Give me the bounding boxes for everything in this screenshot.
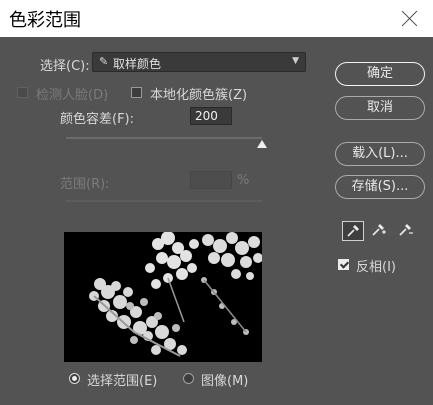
fuzziness-slider-track[interactable] <box>66 137 262 139</box>
eyedropper-tool[interactable] <box>342 221 364 241</box>
view-image-radio[interactable] <box>183 373 194 384</box>
detect-faces-label: 检测人脸(D) <box>36 88 109 103</box>
select-dropdown[interactable]: ✎ 取样颜色 ▼ <box>92 52 306 72</box>
view-image-label: 图像(M) <box>201 374 249 389</box>
fuzziness-input[interactable]: 200 <box>190 107 232 125</box>
selection-preview <box>64 232 262 362</box>
select-label: 选择(C): <box>40 59 90 74</box>
fuzziness-label: 颜色容差(F): <box>60 112 135 127</box>
eyedropper-icon <box>347 225 359 237</box>
chevron-down-icon: ▼ <box>292 56 299 66</box>
color-range-dialog: 色彩范围 选择(C): ✎ 取样颜色 ▼ 检测人脸(D) 本地化颜色簇(Z) 颜… <box>0 0 433 405</box>
select-value: 取样颜色 <box>113 57 162 71</box>
eyedropper-icon: ✎ <box>99 55 109 68</box>
eyedropper-plus-icon <box>372 224 386 236</box>
range-unit: % <box>237 173 250 188</box>
invert-checkbox[interactable] <box>338 259 349 270</box>
preview-image <box>64 232 262 362</box>
invert-label: 反相(I) <box>356 260 396 275</box>
load-button[interactable]: 载入(L)... <box>335 142 425 166</box>
eyedropper-plus-tool[interactable] <box>368 221 390 241</box>
view-selection-label: 选择范围(E) <box>87 374 158 389</box>
view-selection-radio[interactable] <box>69 373 80 384</box>
localized-clusters-checkbox[interactable] <box>131 87 142 98</box>
range-slider-track[interactable] <box>66 200 262 202</box>
dialog-title: 色彩范围 <box>9 10 81 31</box>
detect-faces-checkbox[interactable] <box>17 87 28 98</box>
localized-clusters-label: 本地化颜色簇(Z) <box>150 88 248 103</box>
title-bar: 色彩范围 <box>0 0 433 37</box>
range-label: 范围(R): <box>60 177 110 192</box>
fuzziness-slider-thumb[interactable] <box>257 140 267 148</box>
range-input[interactable] <box>190 171 232 189</box>
eyedropper-minus-tool[interactable] <box>395 221 417 241</box>
close-icon[interactable] <box>401 9 419 27</box>
eyedropper-minus-icon <box>399 224 413 236</box>
save-button[interactable]: 存储(S)... <box>335 175 425 199</box>
cancel-button[interactable]: 取消 <box>335 96 425 120</box>
ok-button[interactable]: 确定 <box>335 62 425 86</box>
